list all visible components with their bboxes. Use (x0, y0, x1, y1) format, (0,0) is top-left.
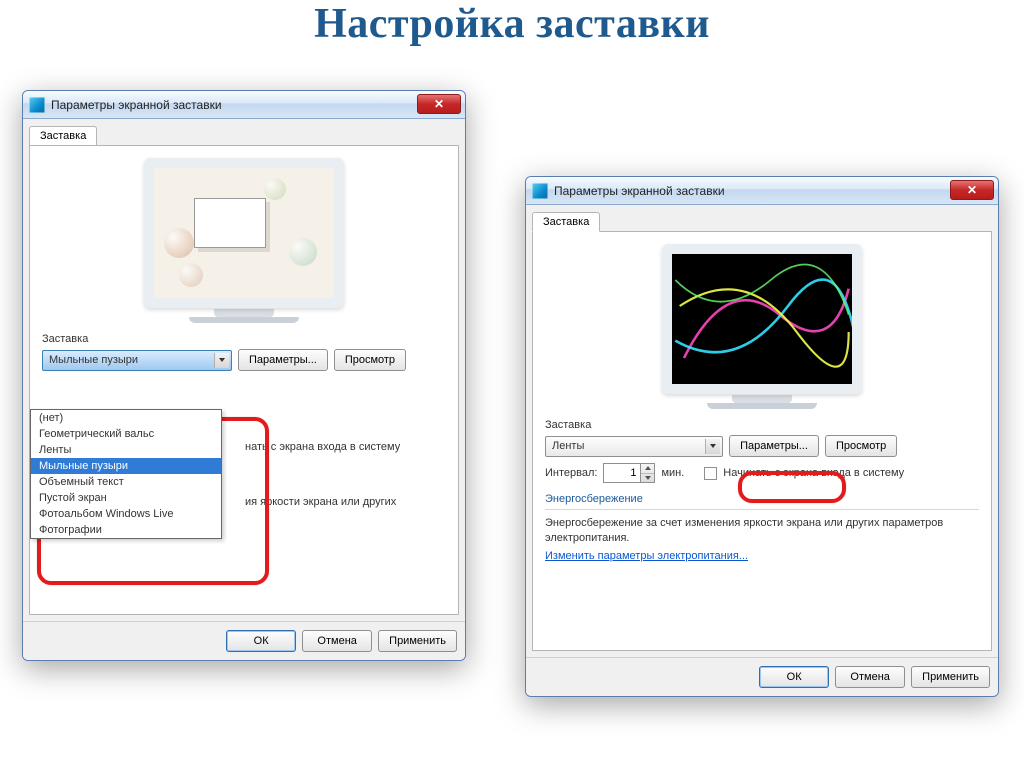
params-button[interactable]: Параметры... (729, 435, 819, 457)
combo-value: Ленты (552, 440, 584, 452)
preview-monitor (42, 158, 446, 323)
chevron-down-icon (214, 353, 229, 368)
preview-button[interactable]: Просмотр (334, 349, 406, 371)
screensaver-combo[interactable]: Ленты (545, 436, 723, 457)
apply-button[interactable]: Применить (911, 666, 990, 688)
cancel-button[interactable]: Отмена (302, 630, 372, 652)
dropdown-option[interactable]: Пустой экран (31, 490, 221, 506)
screensaver-dropdown-list[interactable]: (нет)Геометрический вальсЛентыМыльные пу… (30, 409, 222, 539)
close-button[interactable]: ✕ (950, 180, 994, 200)
dropdown-option[interactable]: Геометрический вальс (31, 426, 221, 442)
chevron-down-icon (705, 439, 720, 454)
ok-button[interactable]: ОК (759, 666, 829, 688)
window-title: Параметры экранной заставки (51, 98, 222, 112)
section-label: Заставка (545, 419, 979, 431)
interval-input[interactable] (603, 463, 641, 483)
start-on-login-checkbox[interactable] (704, 467, 717, 480)
dropdown-option[interactable]: (нет) (31, 410, 221, 426)
preview-monitor (545, 244, 979, 409)
interval-unit: мин. (661, 467, 684, 479)
dropdown-option[interactable]: Фотоальбом Windows Live (31, 506, 221, 522)
ok-button[interactable]: ОК (226, 630, 296, 652)
tab-screensaver[interactable]: Заставка (29, 126, 97, 146)
app-icon (532, 183, 548, 199)
slide-title: Настройка заставки (0, 0, 1024, 48)
energy-desc: Энергосбережение за счет изменения яркос… (545, 516, 979, 546)
combo-value: Мыльные пузыри (49, 354, 138, 366)
tab-screensaver[interactable]: Заставка (532, 212, 600, 232)
screensaver-dialog-right: Параметры экранной заставки ✕ Заставка З… (525, 176, 999, 697)
titlebar[interactable]: Параметры экранной заставки ✕ (23, 91, 465, 119)
screensaver-combo[interactable]: Мыльные пузыри (42, 350, 232, 371)
energy-group-title: Энергосбережение (545, 493, 979, 505)
dropdown-option[interactable]: Фотографии (31, 522, 221, 538)
titlebar[interactable]: Параметры экранной заставки ✕ (526, 177, 998, 205)
section-label: Заставка (42, 333, 446, 345)
close-button[interactable]: ✕ (417, 94, 461, 114)
screensaver-dialog-left: Параметры экранной заставки ✕ Заставка З… (22, 90, 466, 661)
cancel-button[interactable]: Отмена (835, 666, 905, 688)
preview-button[interactable]: Просмотр (825, 435, 897, 457)
power-settings-link[interactable]: Изменить параметры электропитания... (545, 550, 748, 562)
start-on-login-fragment: нать с экрана входа в систему (245, 441, 400, 453)
chevron-up-icon[interactable] (641, 464, 654, 474)
dropdown-option[interactable]: Мыльные пузыри (31, 458, 221, 474)
app-icon (29, 97, 45, 113)
params-button[interactable]: Параметры... (238, 349, 328, 371)
dropdown-option[interactable]: Ленты (31, 442, 221, 458)
chevron-down-icon[interactable] (641, 474, 654, 483)
start-on-login-label: Начинать с экрана входа в систему (723, 467, 904, 479)
interval-stepper[interactable] (641, 463, 655, 483)
interval-label: Интервал: (545, 467, 597, 479)
dropdown-option[interactable]: Объемный текст (31, 474, 221, 490)
apply-button[interactable]: Применить (378, 630, 457, 652)
window-title: Параметры экранной заставки (554, 184, 725, 198)
brightness-fragment: ия яркости экрана или других (245, 496, 396, 508)
